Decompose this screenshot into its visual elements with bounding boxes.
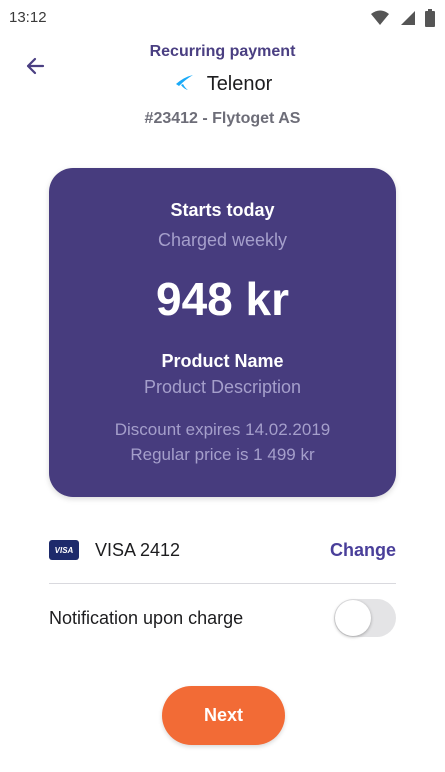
product-description: Product Description — [143, 377, 302, 397]
card-label: VISA 2412 — [95, 539, 181, 560]
status-bar: 13:12 — [0, 0, 445, 36]
notification-row: Notification upon charge — [49, 598, 396, 638]
battery-icon — [425, 9, 435, 32]
start-date-label: Starts today — [170, 200, 275, 220]
telenor-logo-icon — [173, 73, 195, 96]
order-reference: #23412 - Flytoget AS — [144, 110, 301, 127]
payment-method-row: VISA VISA 2412 Change — [49, 532, 396, 568]
status-icons — [371, 9, 435, 32]
payment-summary-card: Starts today Charged weekly 948 kr Produ… — [49, 168, 396, 497]
product-name: Product Name — [161, 351, 284, 371]
page-title: Recurring payment — [149, 43, 296, 60]
charge-frequency: Charged weekly — [157, 230, 288, 250]
merchant-name: Telenor — [206, 73, 273, 95]
notification-toggle[interactable] — [334, 599, 396, 637]
wifi-icon — [371, 10, 389, 31]
amount: 948 kr — [155, 273, 289, 325]
merchant-row: Telenor — [0, 73, 445, 96]
status-time: 13:12 — [9, 9, 47, 26]
toggle-knob — [335, 600, 371, 636]
change-payment-button[interactable]: Change — [330, 540, 396, 561]
visa-card-icon: VISA — [49, 540, 79, 560]
divider — [49, 583, 396, 584]
discount-expiry: Discount expires 14.02.2019 — [114, 420, 331, 439]
notification-label: Notification upon charge — [49, 607, 244, 628]
regular-price: Regular price is 1 499 kr — [130, 445, 315, 464]
signal-icon — [399, 10, 415, 31]
next-button[interactable]: Next — [162, 686, 285, 745]
